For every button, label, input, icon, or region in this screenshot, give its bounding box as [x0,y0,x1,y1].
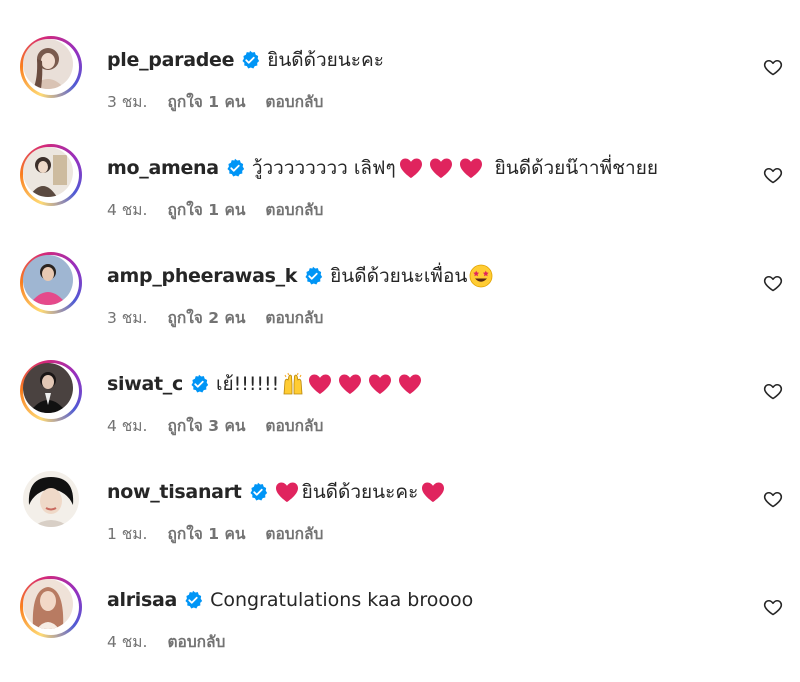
comment-body: ple_paradee ยินดีด้วยนะคะ [107,46,384,74]
story-ring[interactable] [20,36,82,98]
verified-badge-icon [305,266,323,285]
comment-body: amp_pheerawas_k ยินดีด้วยนะเพื่อน [107,262,493,290]
verified-badge-icon [185,590,203,609]
username-link[interactable]: alrisaa [107,589,177,611]
comment-body: mo_amena วู้วววววววว เลิฟๆ ยินดีด้วยน๊าา… [107,154,658,182]
avatar[interactable] [23,363,73,413]
like-heart-icon[interactable] [763,381,783,401]
like-heart-icon[interactable] [763,57,783,77]
comment-text: ยินดีด้วยนะคะ [267,49,384,71]
timestamp[interactable]: 4 ชม. [107,629,147,654]
red-heart-emoji [459,158,482,178]
verified-badge-icon [227,158,244,177]
comment-text: ยินดีด้วยนะเพื่อน [330,265,468,287]
username-link[interactable]: amp_pheerawas_k [107,265,297,287]
story-ring[interactable] [20,144,82,206]
red-heart-emoji [275,482,298,502]
raised-hands-emoji [283,372,303,395]
red-heart-emoji [339,374,362,394]
red-heart-emoji [399,158,422,178]
comment-meta: 4 ชม. ตอบกลับ [107,629,225,654]
comment-body: now_tisanart ยินดีด้วยนะคะ [107,478,448,506]
comment-item: siwat_c เย้!!!!!! 4 ชม. ถูกใจ 3 คน ตอบกล… [0,324,800,435]
username-link[interactable]: now_tisanart [107,481,242,503]
reply-button[interactable]: ตอบกลับ [167,629,225,654]
story-ring[interactable] [20,576,82,638]
red-heart-emoji [369,374,392,394]
comment-text: Congratulations kaa broooo [210,589,474,611]
red-heart-emoji [399,374,422,394]
red-heart-emoji [309,374,332,394]
comment-item: alrisaa Congratulations kaa broooo 4 ชม.… [0,540,800,651]
avatar[interactable] [23,255,73,305]
avatar[interactable] [23,579,73,629]
avatar[interactable] [23,147,73,197]
story-ring[interactable] [20,252,82,314]
comment-item: ple_paradee ยินดีด้วยนะคะ 3 ชม. ถูกใจ 1 … [0,0,800,111]
like-heart-icon[interactable] [763,489,783,509]
username-link[interactable]: siwat_c [107,373,183,395]
comment-text: เย้!!!!!! [215,373,280,395]
comment-body: alrisaa Congratulations kaa broooo [107,586,473,614]
verified-badge-icon [250,482,267,501]
verified-badge-icon [191,374,209,393]
username-link[interactable]: ple_paradee [107,49,234,71]
comment-item: amp_pheerawas_k ยินดีด้วยนะเพื่อน 3 ชม. … [0,216,800,327]
comment-item: mo_amena วู้วววววววว เลิฟๆ ยินดีด้วยน๊าา… [0,108,800,219]
comments-panel: ple_paradee ยินดีด้วยนะคะ 3 ชม. ถูกใจ 1 … [0,0,800,682]
comment-text-tail: ยินดีด้วยน๊าาพี่ชายย [494,157,658,179]
verified-badge-icon [242,50,260,69]
like-heart-icon[interactable] [763,273,783,293]
comment-text: ยินดีด้วยนะคะ [301,481,419,503]
red-heart-emoji [429,158,452,178]
story-ring[interactable] [20,360,82,422]
red-heart-emoji [422,482,445,502]
like-heart-icon[interactable] [763,597,783,617]
username-link[interactable]: mo_amena [107,157,219,179]
like-heart-icon[interactable] [763,165,783,185]
comment-text: วู้วววววววว เลิฟๆ [251,157,396,179]
avatar[interactable] [23,471,79,527]
avatar[interactable] [23,39,73,89]
comment-item: now_tisanart ยินดีด้วยนะคะ 1 ชม. ถูกใจ 1… [0,432,800,543]
star-struck-emoji [469,264,493,288]
comment-body: siwat_c เย้!!!!!! [107,370,425,398]
avatar-frame [20,468,82,530]
